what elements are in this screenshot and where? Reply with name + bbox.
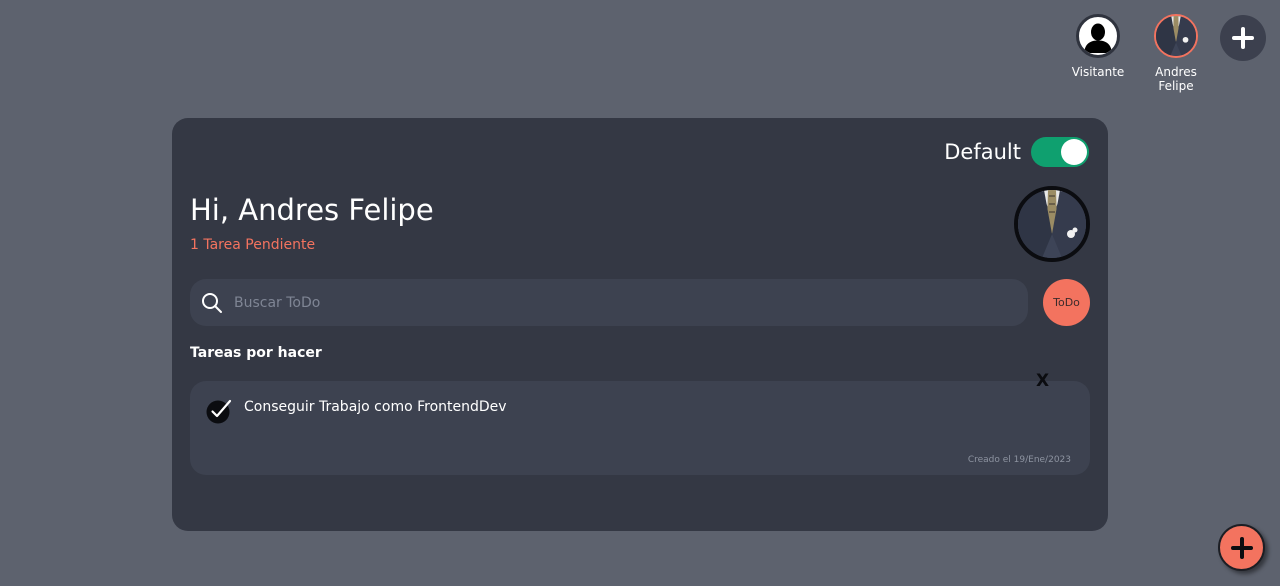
user-name: Andres Felipe — [1155, 65, 1197, 93]
greeting-title: Hi, Andres Felipe — [190, 193, 434, 227]
suit-portrait-icon — [1018, 190, 1086, 258]
todo-button[interactable]: ToDo — [1043, 279, 1090, 326]
plus-icon — [1232, 27, 1254, 49]
pending-count: 1 Tarea Pendiente — [190, 237, 316, 253]
person-silhouette-icon — [1084, 23, 1112, 53]
plus-icon — [1230, 536, 1253, 559]
user-andres-felipe[interactable]: Andres Felipe — [1146, 14, 1206, 93]
suit-portrait-icon — [1156, 16, 1196, 56]
task-text: Conseguir Trabajo como FrontendDev — [244, 399, 507, 415]
search-icon — [201, 292, 223, 314]
add-task-button[interactable] — [1218, 524, 1265, 571]
check-circle-icon[interactable] — [205, 397, 233, 425]
profile-avatar — [1014, 186, 1090, 262]
theme-label: Default — [944, 140, 1021, 164]
section-title: Tareas por hacer — [190, 345, 322, 361]
user-name: Visitante — [1071, 65, 1125, 79]
task-date: Creado el 19/Ene/2023 — [967, 455, 1071, 465]
todo-card: Default Hi, Andres Felipe 1 Tarea Pendie… — [172, 118, 1108, 531]
visitor-avatar — [1076, 14, 1120, 58]
delete-task-button[interactable]: X — [1036, 371, 1049, 391]
task-item: Conseguir Trabajo como FrontendDev Cread… — [190, 381, 1090, 475]
search-input[interactable] — [232, 278, 1028, 327]
theme-switch[interactable] — [1031, 137, 1089, 167]
user-visitante[interactable]: Visitante — [1068, 14, 1128, 79]
search-bar — [190, 278, 1028, 327]
theme-toggle: Default — [944, 137, 1089, 167]
switch-knob — [1061, 139, 1087, 165]
user-switcher: Visitante Andres Felipe — [1068, 14, 1266, 93]
andres-avatar — [1154, 14, 1198, 58]
add-user-button[interactable] — [1220, 15, 1266, 61]
